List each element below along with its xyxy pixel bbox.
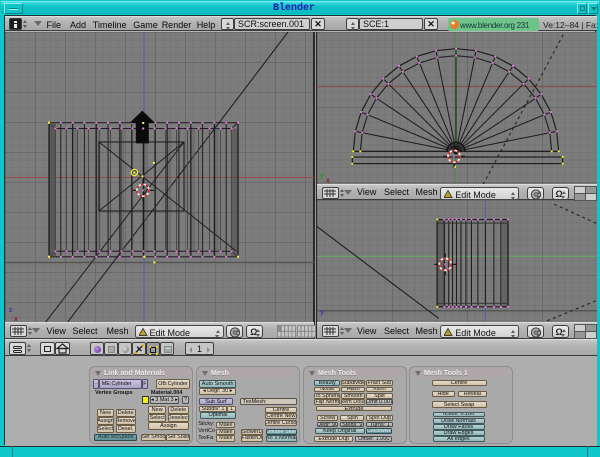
svg-text:z: z — [9, 307, 13, 314]
svg-text:y: y — [320, 309, 324, 316]
svg-text:y: y — [320, 173, 324, 180]
